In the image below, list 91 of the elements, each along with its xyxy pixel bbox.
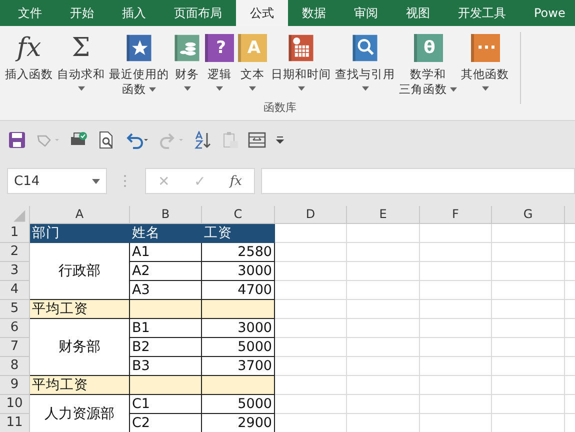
department-label: 行政部 bbox=[58, 262, 100, 280]
header-cell: 工资 bbox=[202, 224, 275, 243]
row-header[interactable]: 1 bbox=[0, 224, 30, 243]
row-header[interactable]: 7 bbox=[0, 338, 30, 357]
table-cell: B3 bbox=[130, 357, 202, 376]
empty-cell bbox=[420, 300, 492, 319]
column-header[interactable]: A bbox=[30, 206, 130, 224]
empty-cell bbox=[420, 357, 492, 376]
empty-cell bbox=[420, 243, 492, 262]
table-cell: 3000 bbox=[202, 262, 275, 281]
row-header[interactable]: 2 bbox=[0, 243, 30, 262]
table-cell: 5000 bbox=[202, 395, 275, 414]
save-icon[interactable] bbox=[8, 131, 26, 149]
row-header[interactable]: 5 bbox=[0, 300, 30, 319]
ribbon-button[interactable]: 财务 bbox=[172, 32, 202, 98]
table-cell: A2 bbox=[130, 262, 202, 281]
column-header[interactable]: F bbox=[420, 206, 492, 224]
ribbon-button[interactable]: 最近使用的 函数 bbox=[108, 32, 170, 98]
group-label: 函数库 bbox=[262, 100, 298, 115]
department-label: 财务部 bbox=[58, 338, 100, 356]
row-header[interactable]: 9 bbox=[0, 376, 30, 395]
ribbon-tab[interactable]: 视图 bbox=[392, 0, 444, 26]
undo-icon[interactable] bbox=[124, 131, 150, 149]
empty-cell bbox=[420, 338, 492, 357]
book-icon: ? bbox=[205, 34, 234, 62]
row-header[interactable]: 6 bbox=[0, 319, 30, 338]
highlighted-cell bbox=[130, 300, 202, 319]
header-cell: 姓名 bbox=[130, 224, 202, 243]
ribbon-tab[interactable]: 数据 bbox=[288, 0, 340, 26]
sort-icon[interactable] bbox=[194, 131, 212, 149]
table-cell: C2 bbox=[130, 414, 202, 432]
table-cell: 3000 bbox=[202, 319, 275, 338]
caret-icon bbox=[92, 178, 100, 184]
ribbon-button[interactable]: A 文本 bbox=[237, 32, 268, 98]
ribbon-tab[interactable]: 文件 bbox=[4, 0, 56, 26]
ribbon-tab[interactable]: 页面布局 bbox=[160, 0, 236, 26]
column-header[interactable]: C bbox=[202, 206, 275, 224]
table-cell: 平均工资 bbox=[30, 300, 130, 319]
department-label: 人力资源部 bbox=[44, 404, 114, 422]
ribbon-tab[interactable]: 插入 bbox=[108, 0, 160, 26]
header-cell: 部门 bbox=[30, 224, 130, 243]
ribbon-button[interactable]: fx 插入函数 bbox=[4, 32, 54, 98]
column-header[interactable]: D bbox=[275, 206, 347, 224]
row-header[interactable]: 3 bbox=[0, 262, 30, 281]
table-cell: 3700 bbox=[202, 357, 275, 376]
empty-cell bbox=[420, 262, 492, 281]
book-icon: ··· bbox=[470, 34, 500, 62]
book-icon: A bbox=[238, 34, 267, 62]
table-cell: A3 bbox=[130, 281, 202, 300]
row-header[interactable]: 10 bbox=[0, 395, 30, 414]
empty-cell bbox=[420, 395, 492, 414]
clipboard-icon[interactable] bbox=[221, 131, 239, 149]
ribbon-tab[interactable]: 开发工具 bbox=[444, 0, 520, 26]
table-cell: 4700 bbox=[202, 281, 275, 300]
print-preview-icon[interactable] bbox=[97, 131, 115, 149]
column-header[interactable]: G bbox=[492, 206, 565, 224]
table-cell: 平均工资 bbox=[30, 376, 130, 395]
table-cell: A1 bbox=[130, 243, 202, 262]
form-icon[interactable] bbox=[248, 131, 266, 149]
table-cell: B1 bbox=[130, 319, 202, 338]
empty-cell bbox=[420, 281, 492, 300]
row-header[interactable]: 4 bbox=[0, 281, 30, 300]
empty-cell bbox=[420, 376, 492, 395]
name-box[interactable]: C14 bbox=[7, 168, 107, 194]
column-header[interactable]: B bbox=[130, 206, 202, 224]
ribbon-button[interactable]: ··· 其他函数 bbox=[460, 32, 510, 98]
ribbon-tab[interactable]: Powe bbox=[520, 0, 575, 26]
formula-input[interactable] bbox=[261, 168, 575, 194]
book-icon: θ bbox=[414, 34, 442, 62]
ribbon-button[interactable]: θ 数学和 三角函数 bbox=[398, 32, 458, 98]
insert-function-button[interactable]: fx bbox=[226, 174, 246, 188]
ribbon-tab[interactable]: 公式 bbox=[236, 0, 288, 26]
function-icon: fx bbox=[16, 32, 42, 64]
table-cell: 5000 bbox=[202, 338, 275, 357]
ribbon-button[interactable]: 日期和时间 bbox=[270, 32, 332, 98]
row-header[interactable]: 8 bbox=[0, 357, 30, 376]
table-cell: B2 bbox=[130, 338, 202, 357]
row-header[interactable]: 11 bbox=[0, 414, 30, 432]
column-header[interactable]: E bbox=[347, 206, 420, 224]
table-cell: C1 bbox=[130, 395, 202, 414]
function-icon: Σ bbox=[72, 32, 90, 64]
ribbon-tab[interactable]: 开始 bbox=[56, 0, 108, 26]
empty-cell bbox=[420, 319, 492, 338]
ribbon-tab[interactable]: 审阅 bbox=[340, 0, 392, 26]
table-cell: 2580 bbox=[202, 243, 275, 262]
ribbon-button[interactable]: Σ 自动求和 bbox=[56, 32, 106, 98]
ribbon-button[interactable]: ? 逻辑 bbox=[204, 32, 235, 98]
highlighted-cell bbox=[130, 376, 202, 395]
grip-icon bbox=[123, 173, 127, 189]
ribbon-button[interactable]: 查找与引用 bbox=[334, 32, 396, 98]
empty-cell bbox=[420, 224, 492, 243]
